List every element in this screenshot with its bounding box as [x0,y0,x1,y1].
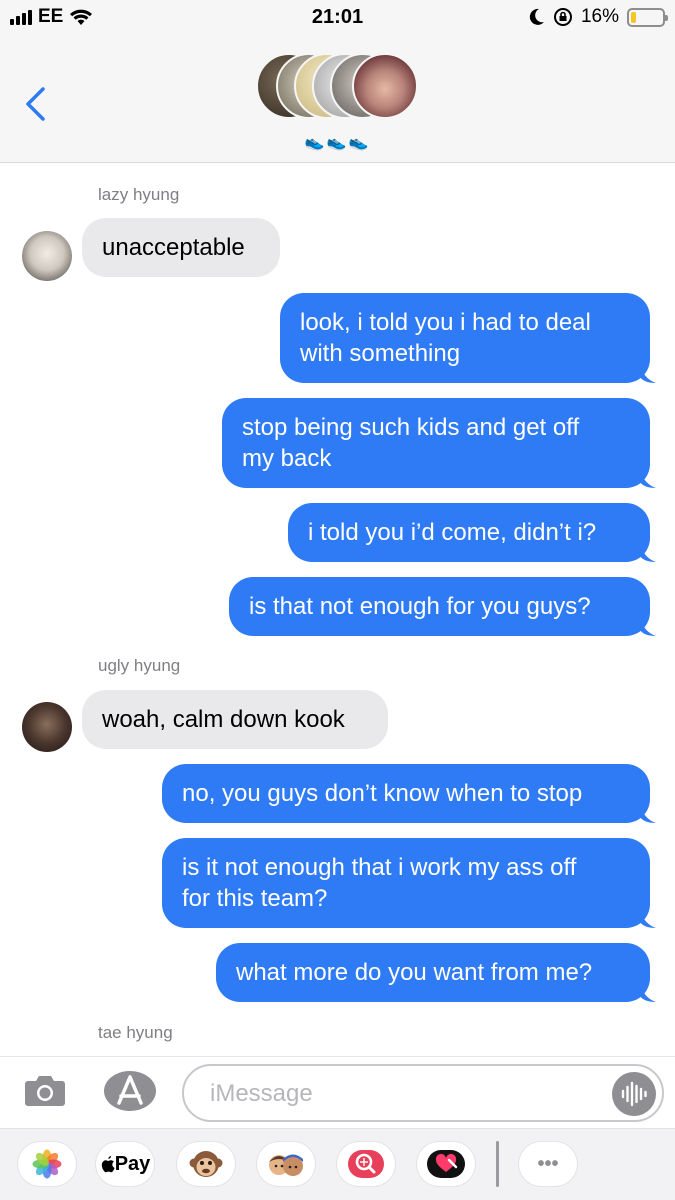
avatar [352,53,418,119]
bubble-tail [640,984,656,1002]
battery-icon [627,7,668,27]
audio-wave-icon[interactable] [612,1072,656,1116]
outgoing-message-bubble[interactable]: is it not enough that i work my ass off … [162,838,650,928]
outgoing-message-bubble[interactable]: look, i told you i had to deal with some… [280,293,650,383]
apple-logo-icon [101,1156,115,1173]
web-images-app[interactable] [337,1142,395,1186]
photos-app[interactable] [18,1142,76,1186]
app-store-icon[interactable] [104,1071,156,1111]
battery-percentage: 16% [580,6,619,27]
bubble-tail [640,910,656,928]
message-input[interactable]: iMessage [182,1064,664,1122]
bubble-tail [640,805,656,823]
camera-icon[interactable] [24,1073,66,1107]
outgoing-message-bubble[interactable]: is that not enough for you guys? [229,577,650,636]
moon-icon [529,8,544,25]
memoji-stickers-app[interactable] [257,1142,315,1186]
status-bar: EE 21:01 16% [0,0,675,36]
outgoing-message-bubble[interactable]: no, you guys don’t know when to stop [162,764,650,823]
bubble-tail [640,365,656,383]
compose-bar: iMessage [0,1056,675,1128]
outgoing-message-bubble[interactable]: i told you i’d come, didn’t i? [288,503,650,562]
avatar [22,702,72,752]
back-chevron-icon[interactable] [24,86,46,129]
memoji-icon [269,1154,303,1176]
web-search-icon [348,1150,384,1178]
bubble-tail [640,544,656,562]
message-input-placeholder: iMessage [210,1080,313,1107]
group-name[interactable]: 👟👟👟 [0,132,675,152]
message-list[interactable]: lazy hyung unacceptable look, i told you… [0,163,675,1056]
drawer-divider [496,1141,499,1187]
rotation-lock-icon [553,8,572,26]
bubble-tail [640,618,656,636]
animoji-app[interactable] [177,1142,235,1186]
sender-name: tae hyung [98,1023,173,1042]
sender-name: lazy hyung [98,185,180,204]
apple-pay-app[interactable]: Pay [96,1142,154,1186]
more-icon[interactable]: ••• [519,1142,577,1186]
bubble-tail [640,470,656,488]
apple-pay-label: Pay [114,1152,151,1175]
digital-touch-app[interactable] [417,1142,475,1186]
heart-icon [427,1150,465,1178]
incoming-message-bubble[interactable]: unacceptable [82,218,280,277]
incoming-message-bubble[interactable]: woah, calm down kook [82,690,388,749]
app-drawer: Pay ••• [0,1128,675,1200]
sender-name: ugly hyung [98,656,181,675]
avatar [22,231,72,281]
outgoing-message-bubble[interactable]: stop being such kids and get off my back [222,398,650,488]
monkey-emoji-icon [189,1151,223,1177]
outgoing-message-bubble[interactable]: what more do you want from me? [216,943,650,1002]
group-avatar-stack[interactable] [256,53,421,119]
conversation-header: 👟👟👟 [0,36,675,163]
photos-icon [32,1149,62,1179]
